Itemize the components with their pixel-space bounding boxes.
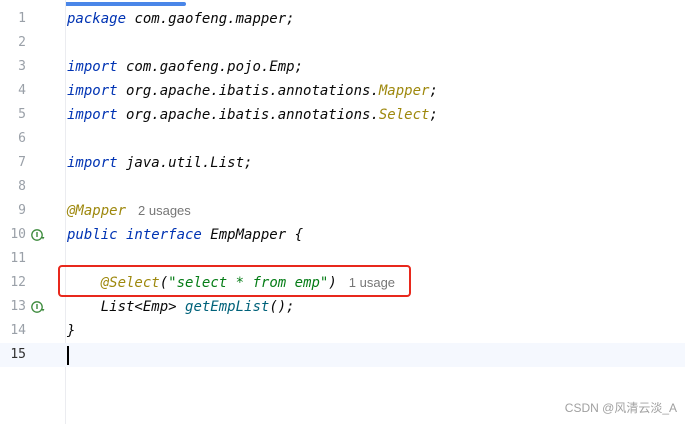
- watermark: CSDN @风清云淡_A: [564, 401, 677, 415]
- line-number: 7: [18, 155, 26, 170]
- line-code: import org.apache.ibatis.annotations.Sel…: [67, 103, 438, 127]
- code-token: List<Emp>: [67, 299, 186, 315]
- line-number: 12: [10, 275, 26, 290]
- code-token: ;: [429, 83, 438, 99]
- code-token: com.gaofeng.pojo.Emp;: [117, 59, 304, 75]
- code-line[interactable]: 9 @Mapper 2 usages: [0, 199, 685, 223]
- line-number: 11: [10, 251, 26, 266]
- code-token: com.gaofeng.mapper;: [126, 11, 295, 27]
- code-token: import: [67, 59, 118, 75]
- code-line[interactable]: 5 import org.apache.ibatis.annotations.Se…: [0, 103, 685, 127]
- code-line[interactable]: 2: [0, 31, 685, 55]
- code-token: import: [67, 155, 118, 171]
- code-token: Select: [378, 107, 430, 123]
- line-number: 8: [18, 179, 26, 194]
- code-token: Mapper: [378, 83, 430, 99]
- line-number: 6: [18, 131, 26, 146]
- implementation-icon[interactable]: [31, 300, 45, 314]
- line-code: import org.apache.ibatis.annotations.Map…: [67, 79, 438, 103]
- line-number: 13: [10, 299, 26, 314]
- code-token: getEmpList: [185, 299, 270, 315]
- line-number: 15: [10, 347, 26, 362]
- line-number: 3: [18, 59, 26, 74]
- code-line[interactable]: 10 public interface EmpMapper {: [0, 223, 685, 247]
- code-editor[interactable]: 1 package com.gaofeng.mapper; 2 3 import com…: [0, 7, 685, 367]
- code-token: org.apache.ibatis.annotations.: [117, 107, 379, 123]
- code-token: EmpMapper {: [201, 227, 304, 243]
- code-line[interactable]: 15: [0, 343, 685, 367]
- code-line[interactable]: 7 import java.util.List;: [0, 151, 685, 175]
- implementation-icon[interactable]: [31, 228, 45, 242]
- line-code: @Mapper 2 usages: [67, 199, 191, 223]
- code-token: package: [67, 11, 127, 27]
- line-number: 4: [18, 83, 26, 98]
- code-line[interactable]: 8: [0, 175, 685, 199]
- code-token: import: [67, 83, 118, 99]
- code-line[interactable]: 3 import com.gaofeng.pojo.Emp;: [0, 55, 685, 79]
- line-code: package com.gaofeng.mapper;: [67, 7, 295, 31]
- code-line[interactable]: 6: [0, 127, 685, 151]
- code-token: org.apache.ibatis.annotations.: [117, 83, 379, 99]
- line-number: 1: [18, 11, 26, 26]
- line-code: import java.util.List;: [67, 151, 252, 175]
- line-number: 5: [18, 107, 26, 122]
- usages-hint[interactable]: 2 usages: [138, 203, 191, 218]
- code-line[interactable]: 4 import org.apache.ibatis.annotations.Ma…: [0, 79, 685, 103]
- line-number: 10: [10, 227, 26, 242]
- line-number: 2: [18, 35, 26, 50]
- line-number: 14: [10, 323, 26, 338]
- select-annotation-highlight-box: [58, 265, 411, 297]
- line-number: 9: [18, 203, 26, 218]
- code-token: import: [67, 107, 118, 123]
- code-line[interactable]: 14}: [0, 319, 685, 343]
- text-caret: [67, 346, 69, 365]
- code-token: ;: [429, 107, 438, 123]
- line-code: import com.gaofeng.pojo.Emp;: [67, 55, 303, 79]
- line-code: List<Emp> getEmpList();: [67, 295, 295, 319]
- code-token: @Mapper: [67, 203, 127, 219]
- line-code: public interface EmpMapper {: [67, 223, 303, 247]
- code-token: ();: [269, 299, 295, 315]
- code-token: java.util.List;: [117, 155, 253, 171]
- code-token: public interface: [67, 227, 202, 243]
- code-token: }: [67, 323, 76, 339]
- code-line[interactable]: 13 List<Emp> getEmpList();: [0, 295, 685, 319]
- active-tab-indicator: [64, 2, 186, 6]
- code-line[interactable]: 1 package com.gaofeng.mapper;: [0, 7, 685, 31]
- line-code: }: [67, 319, 75, 343]
